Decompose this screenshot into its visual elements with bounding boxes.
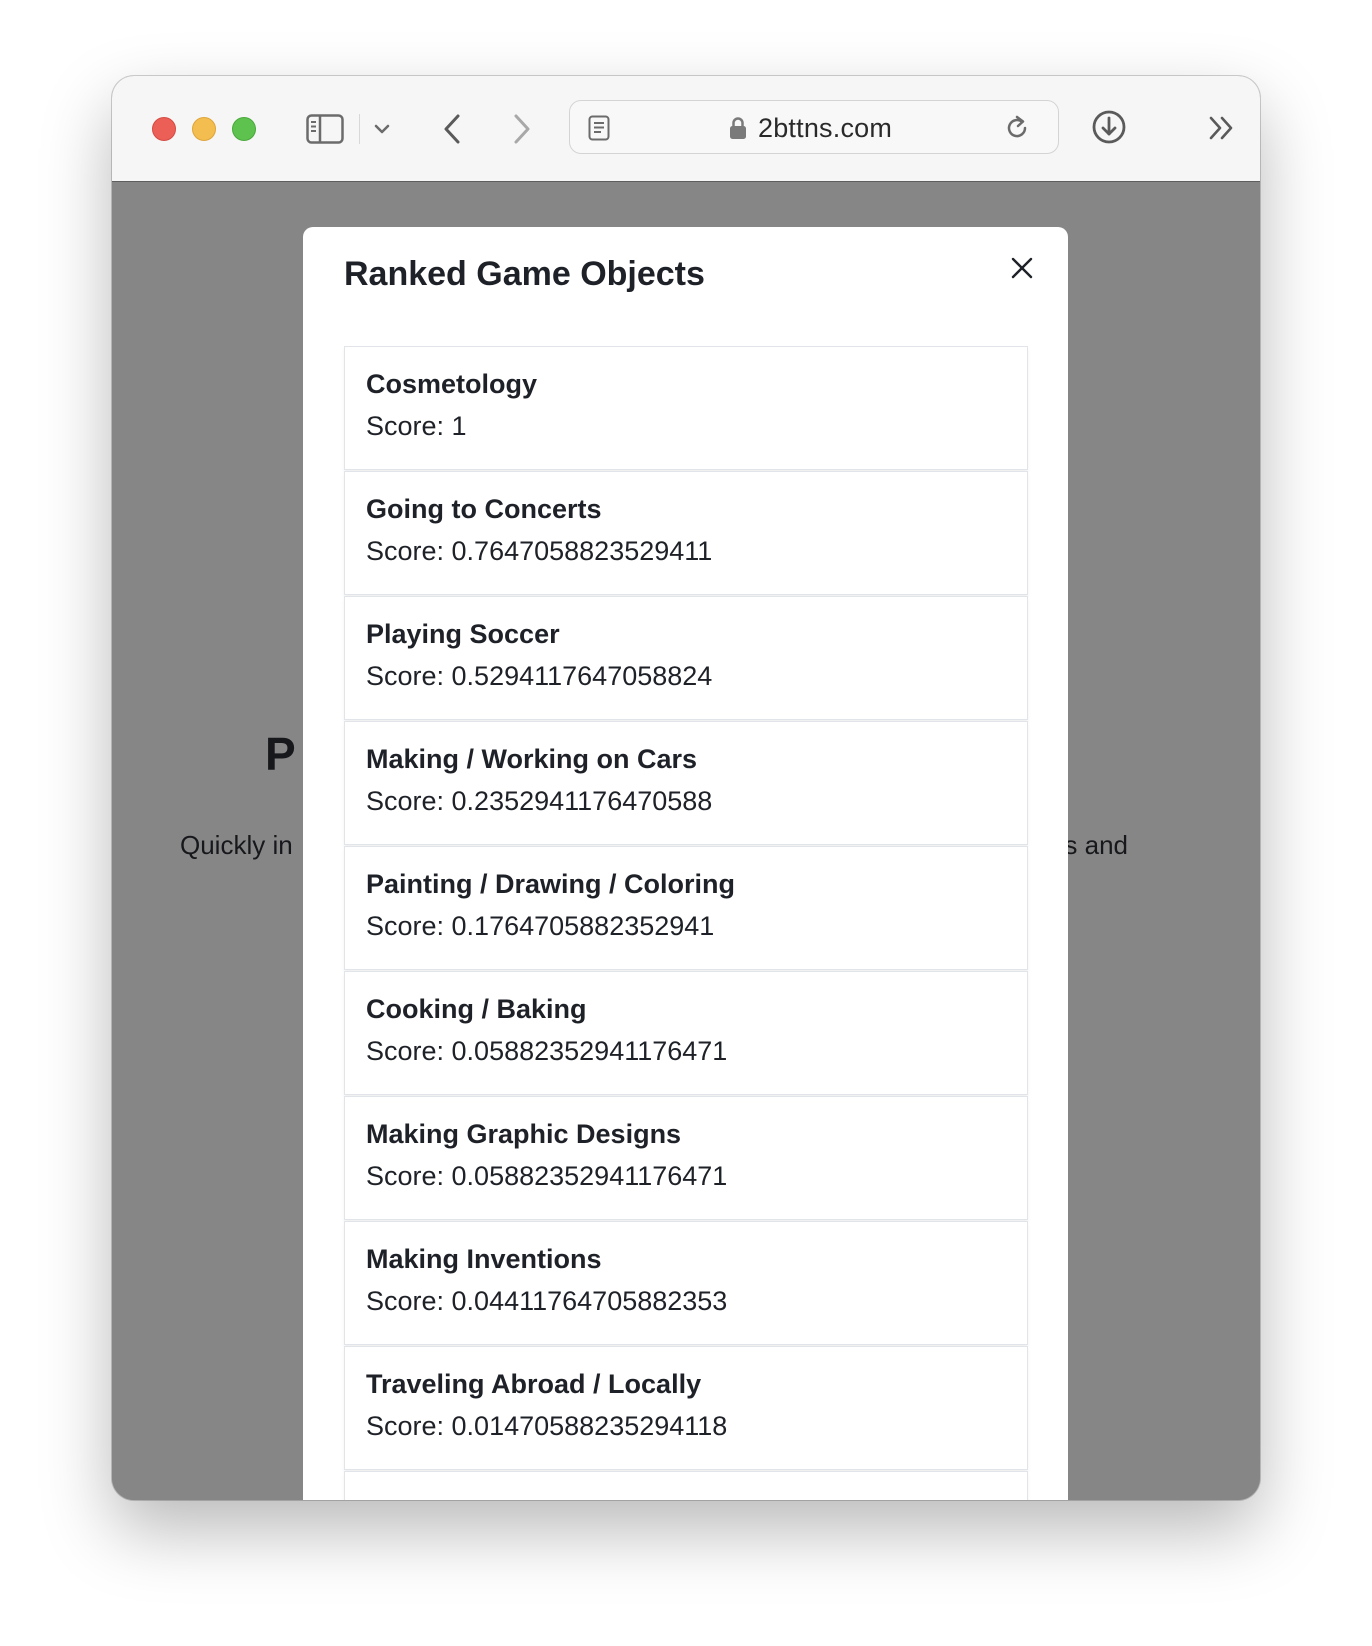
item-name: Playing Soccer [366,619,560,649]
minimize-window-button[interactable] [192,117,216,141]
item-name: Making Graphic Designs [366,1119,682,1149]
item-score: Score: 0.5294117647058824 [366,661,713,691]
item-score: Score: 0.05882352941176471 [366,1161,728,1191]
item-name: Painting / Drawing / Coloring [366,869,735,899]
item-score: Score: 0.1764705882352941 [366,911,715,941]
ranked-list: Cosmetology Score: 1 Going to Concerts S… [344,346,1028,1500]
item-name: Going to Concerts [366,494,602,524]
lock-icon [728,115,748,141]
reload-icon[interactable] [1002,113,1032,143]
list-item: Going to Concerts Score: 0.7647058823529… [344,471,1028,595]
reader-icon[interactable] [586,114,612,142]
sidebar-icon[interactable] [305,112,345,146]
url-text[interactable]: 2bttns.com [758,113,892,144]
browser-window: 2bttns.com P es [112,76,1260,1500]
list-item: Cooking / Baking Score: 0.05882352941176… [344,971,1028,1095]
item-name: Cooking / Baking [366,994,587,1024]
toolbar-separator [359,114,360,144]
item-score: Score: 1 [366,411,467,441]
list-item: Cosmetology Score: 1 [344,346,1028,470]
modal-title: Ranked Game Objects [344,255,705,293]
item-name: Cosmetology [366,369,538,399]
list-item: Making / Working on Cars Score: 0.235294… [344,721,1028,845]
page-content: P es Quickly in ences and Ranked Game Ob… [112,182,1260,1500]
background-subtitle-left: Quickly in [180,830,293,860]
list-item: Playing Soccer Score: 0.5294117647058824 [344,596,1028,720]
zoom-window-button[interactable] [232,117,256,141]
item-score: Score: 0.2352941176470588 [366,786,713,816]
close-window-button[interactable] [152,117,176,141]
close-icon[interactable] [1007,253,1037,283]
item-score: Score: 0.04411764705882353 [366,1286,728,1316]
list-item: Traveling Abroad / Locally Score: 0.0147… [344,1346,1028,1470]
double-chevron-right-icon[interactable] [1202,110,1242,146]
chevron-right-icon[interactable] [504,110,540,148]
ranked-objects-modal: Ranked Game Objects Cosmetology Score: 1… [303,227,1068,1500]
item-name: Making / Working on Cars [366,744,698,774]
chevron-left-icon[interactable] [434,110,470,148]
address-bar[interactable]: 2bttns.com [569,100,1059,154]
browser-toolbar: 2bttns.com [112,76,1260,182]
item-name: Making Inventions [366,1244,602,1274]
item-score: Score: 0.05882352941176471 [366,1036,728,1066]
list-item: Making Inventions Score: 0.0441176470588… [344,1221,1028,1345]
background-heading-left: P [265,728,296,780]
list-item [344,1471,1028,1500]
list-item: Making Graphic Designs Score: 0.05882352… [344,1096,1028,1220]
chevron-down-icon[interactable] [370,116,394,142]
item-score: Score: 0.01470588235294118 [366,1411,728,1441]
item-score: Score: 0.7647058823529411 [366,536,713,566]
download-icon[interactable] [1089,107,1129,147]
item-name: Traveling Abroad / Locally [366,1369,702,1399]
list-item: Painting / Drawing / Coloring Score: 0.1… [344,846,1028,970]
